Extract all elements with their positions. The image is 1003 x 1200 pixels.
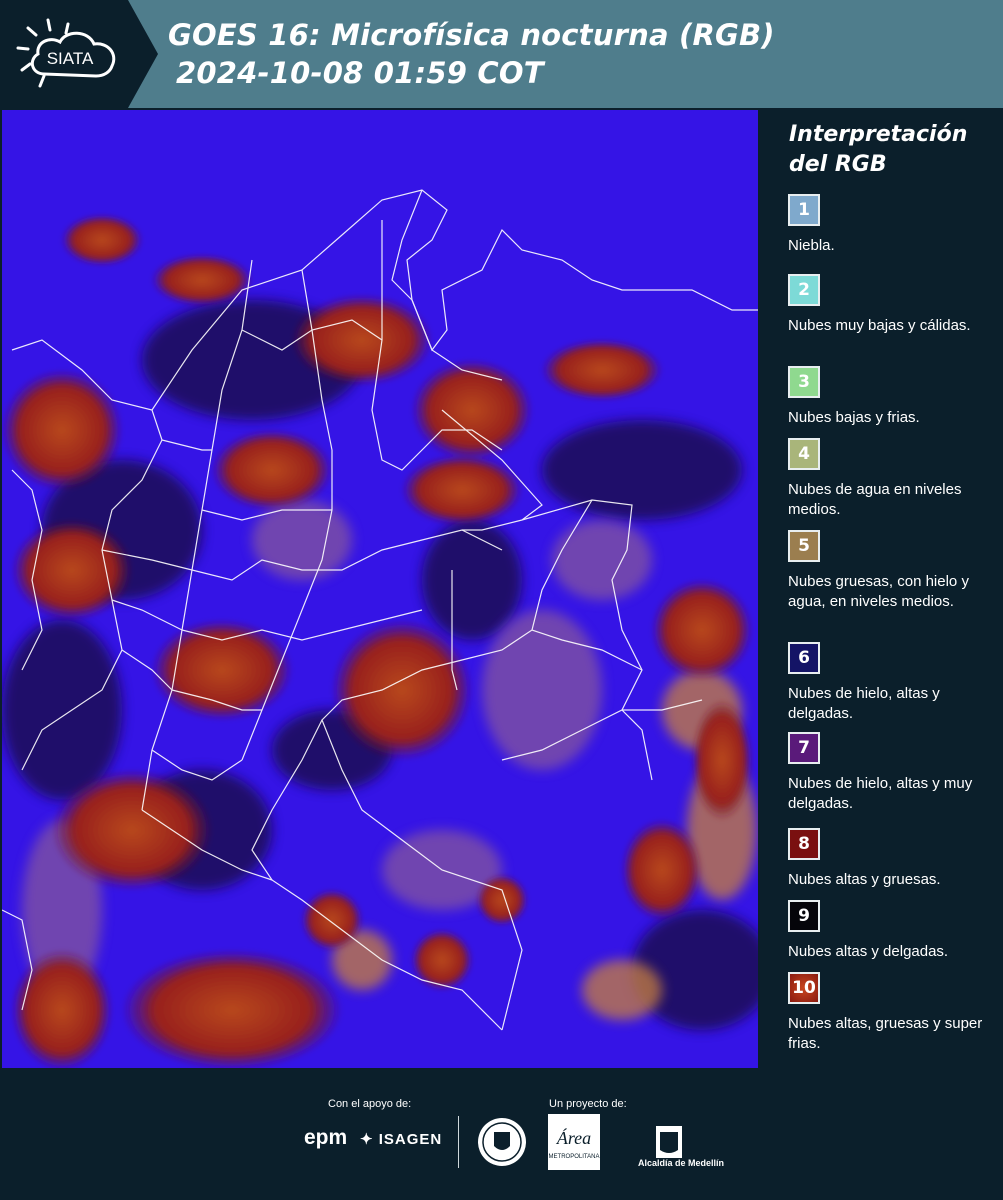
legend-swatch: 4 xyxy=(788,438,820,470)
legend-label: Nubes de agua en niveles medios. xyxy=(788,481,962,518)
legend-swatch: 9 xyxy=(788,900,820,932)
svg-text:METROPOLITANA: METROPOLITANA xyxy=(549,1154,600,1160)
amva-logo: Área METROPOLITANA xyxy=(548,1114,600,1170)
support-label: Con el apoyo de: xyxy=(328,1098,412,1110)
legend-swatch: 8 xyxy=(788,828,820,860)
legend-item: 1 Niebla. xyxy=(788,194,998,256)
satellite-map xyxy=(2,110,758,1068)
header-bar: SIATA GOES 16: Microfísica nocturna (RGB… xyxy=(0,0,1003,108)
legend-swatch: 7 xyxy=(788,732,820,764)
footer-divider xyxy=(458,1116,459,1168)
isagen-icon: ✦ xyxy=(360,1131,374,1148)
legend-item: 6 Nubes de hielo, altas y delgadas. xyxy=(788,642,998,724)
legend-item: 3 Nubes bajas y frias. xyxy=(788,366,998,428)
svg-text:Área: Área xyxy=(556,1127,591,1148)
legend-label: Nubes muy bajas y cálidas. xyxy=(788,317,971,334)
legend-swatch: 10 xyxy=(788,972,820,1004)
legend-label: Nubes gruesas, con hielo y agua, en nive… xyxy=(788,573,969,610)
satellite-image xyxy=(2,110,758,1068)
title-line-1: GOES 16: Microfísica nocturna (RGB) xyxy=(168,18,775,52)
title-line-2: 2024-10-08 01:59 COT xyxy=(176,56,544,90)
logo-block: SIATA xyxy=(0,0,158,108)
legend-label: Nubes altas, gruesas y super frias. xyxy=(788,1015,983,1052)
svg-text:SIATA: SIATA xyxy=(47,49,94,68)
legend-swatch: 1 xyxy=(788,194,820,226)
seal-logo xyxy=(478,1118,526,1166)
legend-swatch: 3 xyxy=(788,366,820,398)
footer: Con el apoyo de: Un proyecto de: epm ✦ I… xyxy=(0,1070,1003,1200)
legend-swatch: 5 xyxy=(788,530,820,562)
legend-label: Nubes altas y gruesas. xyxy=(788,871,941,888)
legend-item: 2 Nubes muy bajas y cálidas. xyxy=(788,274,998,336)
page-title: GOES 16: Microfísica nocturna (RGB) 2024… xyxy=(168,16,775,92)
legend-item: 4 Nubes de agua en niveles medios. xyxy=(788,438,998,520)
legend-label: Nubes altas y delgadas. xyxy=(788,943,949,960)
legend-item: 5 Nubes gruesas, con hielo y agua, en ni… xyxy=(788,530,998,612)
alcaldia-label: Alcaldía de Medellín xyxy=(638,1158,725,1168)
epm-logo: epm xyxy=(304,1126,348,1149)
legend-panel: Interpretación del RGB 1 Niebla. 2 Nubes… xyxy=(762,110,1003,1070)
legend-label: Nubes de hielo, altas y muy delgadas. xyxy=(788,775,973,812)
legend-item: 10 Nubes altas, gruesas y super frias. xyxy=(788,972,998,1054)
project-label: Un proyecto de: xyxy=(549,1098,627,1110)
legend-label: Niebla. xyxy=(788,237,835,254)
legend-title: Interpretación del RGB xyxy=(789,122,968,177)
legend-item: 7 Nubes de hielo, altas y muy delgadas. xyxy=(788,732,998,814)
legend-label: Nubes bajas y frias. xyxy=(788,409,920,426)
isagen-logo: ✦ ISAGEN xyxy=(360,1131,443,1148)
legend-item: 9 Nubes altas y delgadas. xyxy=(788,900,998,962)
siata-logo: SIATA xyxy=(16,18,116,88)
legend-swatch: 2 xyxy=(788,274,820,306)
legend-swatch: 6 xyxy=(788,642,820,674)
legend-item: 8 Nubes altas y gruesas. xyxy=(788,828,998,890)
legend-label: Nubes de hielo, altas y delgadas. xyxy=(788,685,940,722)
